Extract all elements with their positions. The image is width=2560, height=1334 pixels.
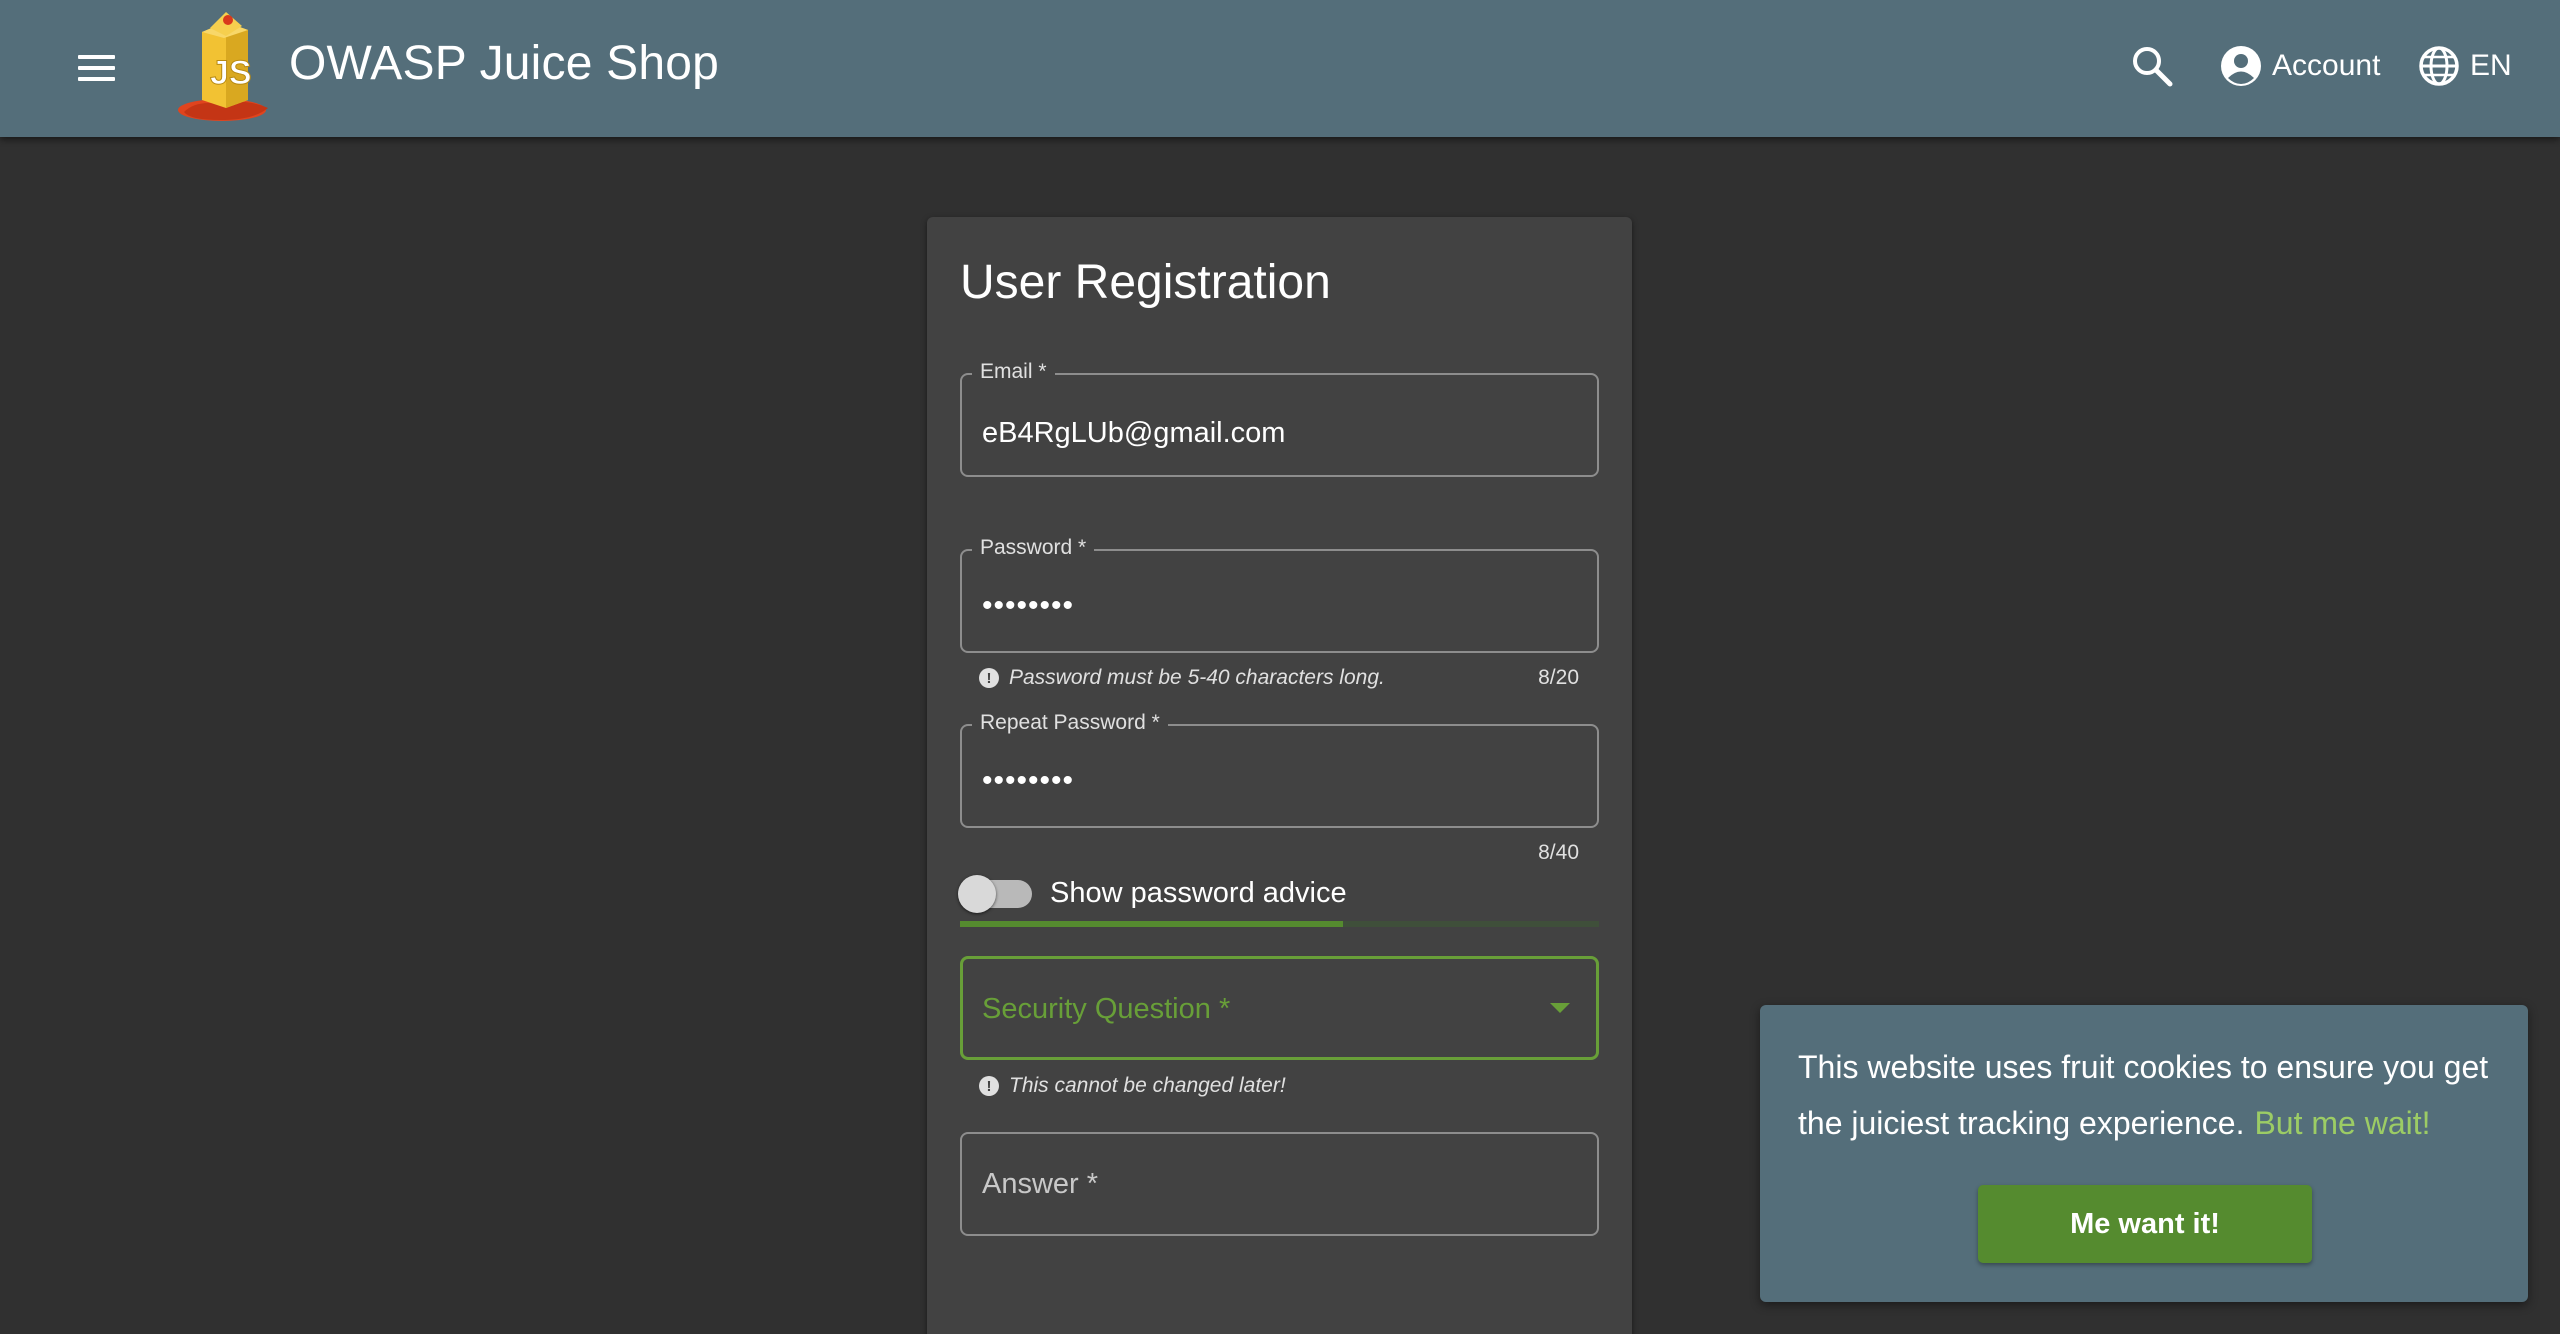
repeat-password-counter: 8/40 (1538, 841, 1579, 864)
account-button[interactable]: Account (2220, 40, 2380, 92)
account-circle-icon (2221, 46, 2261, 86)
cookie-learn-more-link[interactable]: But me wait! (2254, 1105, 2430, 1141)
password-advice-toggle[interactable]: Show password advice (958, 874, 1347, 913)
cookie-message: This website uses fruit cookies to ensur… (1798, 1039, 2498, 1151)
password-counter: 8/20 (1538, 666, 1579, 689)
globe-icon (2419, 46, 2459, 86)
toggle-track[interactable] (958, 874, 1032, 913)
password-strength-fill (960, 921, 1344, 927)
menu-icon[interactable] (66, 42, 126, 94)
language-button[interactable]: EN (2418, 40, 2512, 92)
registration-card: User Registration Email * eB4RgLUb@gmail… (927, 217, 1632, 1334)
repeat-password-label: Repeat Password * (972, 711, 1168, 735)
password-label: Password * (972, 536, 1095, 560)
password-value[interactable]: •••••••• (982, 589, 1074, 623)
email-label: Email * (972, 360, 1055, 384)
dropdown-arrow-icon[interactable] (1550, 1003, 1570, 1013)
info-icon: ! (979, 668, 999, 688)
info-icon: ! (979, 1076, 999, 1096)
password-strength-bar (960, 921, 1599, 927)
security-question-hint-text: This cannot be changed later! (1009, 1074, 1286, 1097)
email-value[interactable]: eB4RgLUb@gmail.com (982, 417, 1285, 450)
password-hint-text: Password must be 5-40 characters long. (1009, 666, 1385, 689)
top-toolbar: JS OWASP Juice Shop Account EN (0, 0, 2560, 137)
password-hint: ! Password must be 5-40 characters long. (979, 666, 1385, 690)
email-field[interactable]: Email * eB4RgLUb@gmail.com (960, 360, 1599, 477)
cookie-accept-button[interactable]: Me want it! (1978, 1185, 2312, 1263)
account-label: Account (2272, 49, 2381, 82)
repeat-password-value[interactable]: •••••••• (982, 764, 1074, 798)
answer-placeholder: Answer * (982, 1168, 1099, 1200)
cookie-consent-banner: This website uses fruit cookies to ensur… (1760, 1005, 2528, 1302)
toggle-thumb[interactable] (958, 874, 996, 913)
password-advice-label: Show password advice (1050, 877, 1347, 909)
security-question-placeholder: Security Question * (982, 993, 1231, 1025)
language-label: EN (2470, 49, 2512, 82)
security-question-select[interactable]: Security Question * (960, 956, 1599, 1060)
repeat-password-field[interactable]: Repeat Password * •••••••• (960, 711, 1599, 828)
app-title[interactable]: OWASP Juice Shop (289, 36, 719, 91)
password-field[interactable]: Password * •••••••• (960, 536, 1599, 653)
juice-shop-logo[interactable]: JS (176, 8, 280, 122)
search-icon[interactable] (2128, 42, 2176, 90)
answer-field[interactable]: Answer * (960, 1132, 1599, 1236)
page-title: User Registration (960, 256, 1331, 309)
svg-text:JS: JS (210, 54, 252, 92)
security-question-hint: ! This cannot be changed later! (979, 1074, 1286, 1098)
